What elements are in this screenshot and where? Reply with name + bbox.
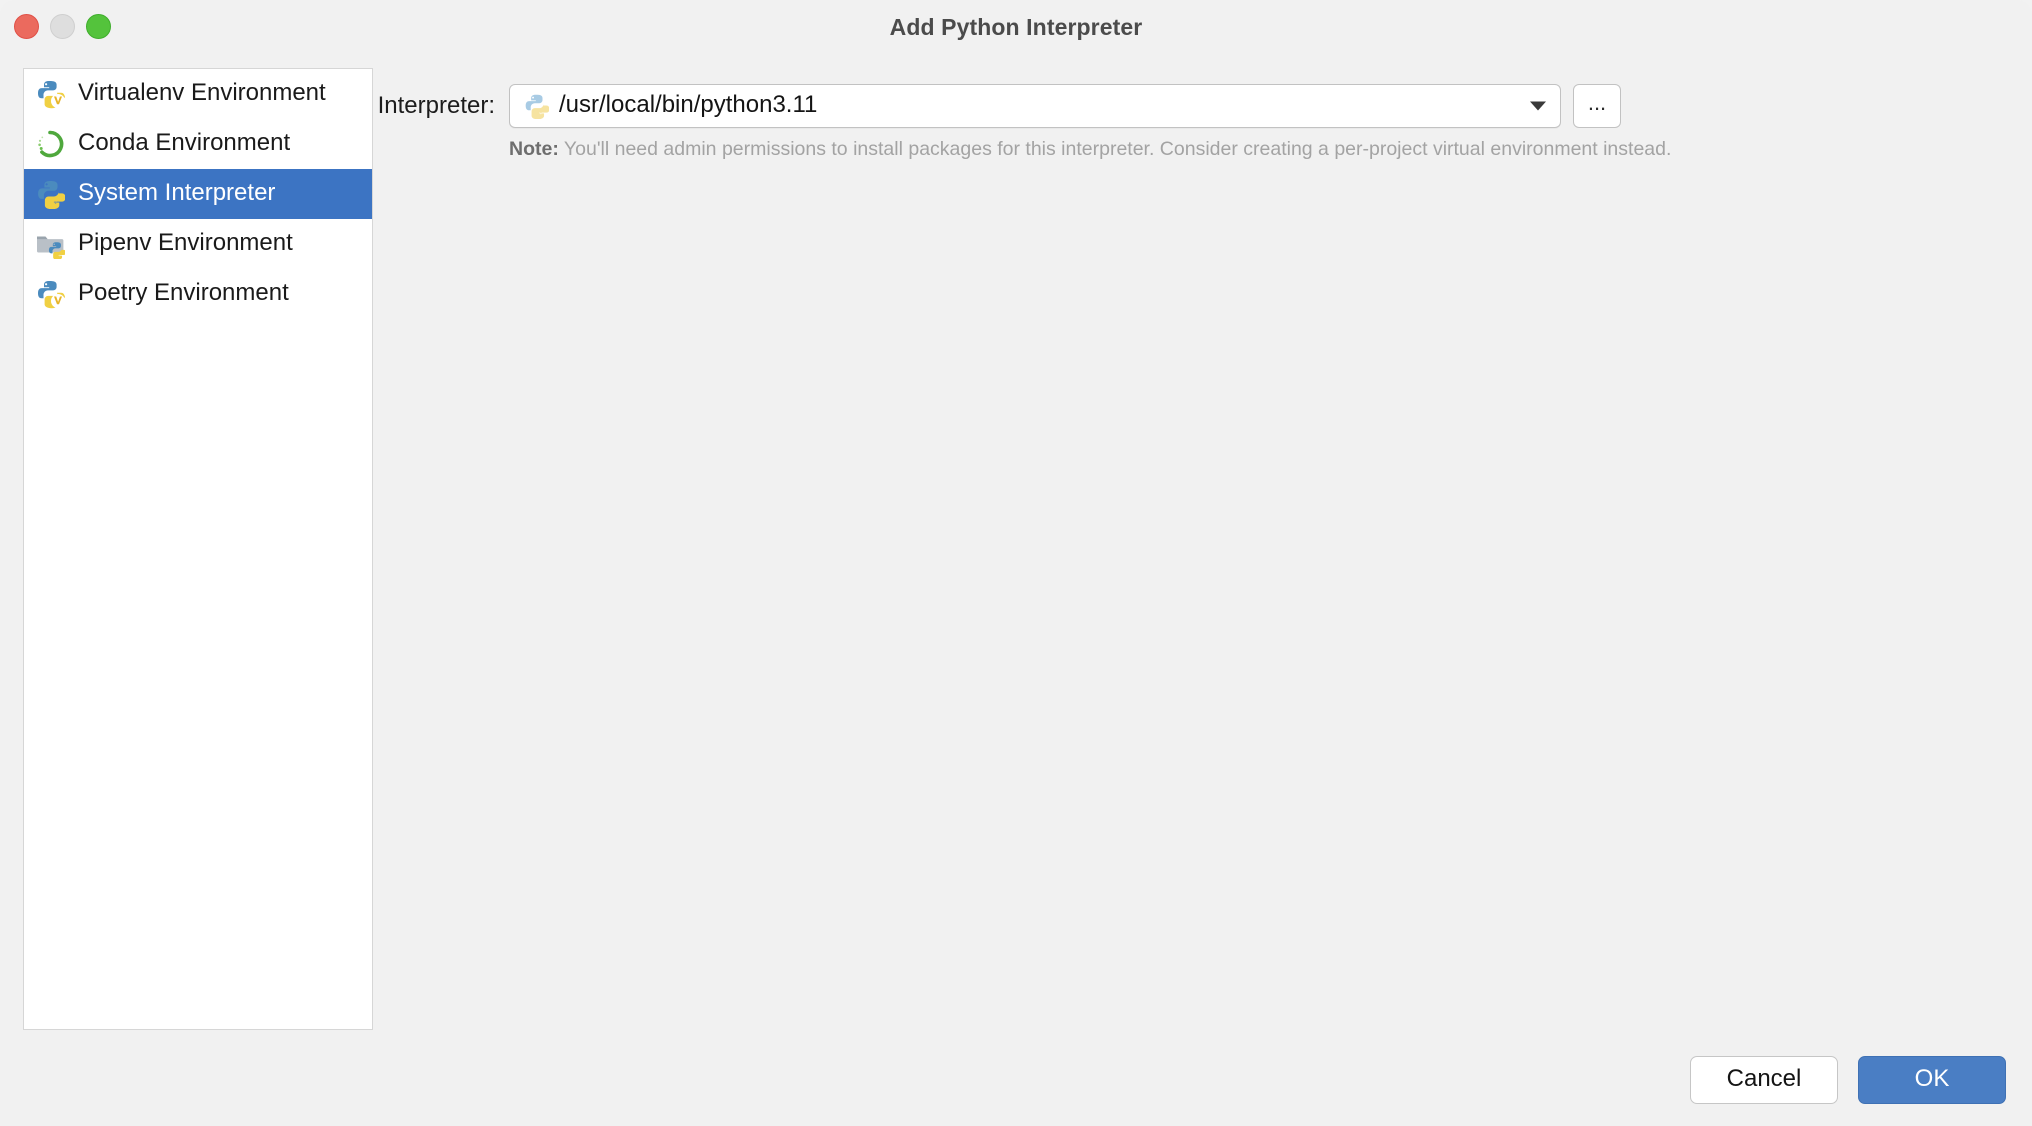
sidebar-item-system-interpreter[interactable]: System Interpreter xyxy=(24,169,372,219)
sidebar-item-label: System Interpreter xyxy=(78,179,276,206)
chevron-down-icon[interactable] xyxy=(1530,101,1546,111)
interpreter-select[interactable]: /usr/local/bin/python3.11 xyxy=(509,84,1561,128)
dialog-footer: Cancel OK xyxy=(1690,1056,2006,1104)
sidebar-item-poetry-environment[interactable]: Poetry Environment xyxy=(24,269,372,319)
title-bar: Add Python Interpreter xyxy=(0,0,2032,54)
environment-type-list[interactable]: Virtualenv Environment Conda Environment xyxy=(23,68,373,1030)
sidebar-item-label: Pipenv Environment xyxy=(78,229,293,256)
conda-circle-icon xyxy=(35,129,65,159)
python-pale-icon xyxy=(523,93,549,119)
sidebar-item-label: Poetry Environment xyxy=(78,279,289,306)
python-icon xyxy=(35,179,65,209)
add-python-interpreter-dialog: Add Python Interpreter Virtualenv Enviro… xyxy=(0,0,2032,1126)
interpreter-label: Interpreter: xyxy=(377,92,495,119)
browse-button[interactable]: ... xyxy=(1573,84,1621,128)
cancel-button[interactable]: Cancel xyxy=(1690,1056,1838,1104)
sidebar-item-pipenv-environment[interactable]: Pipenv Environment xyxy=(24,219,372,269)
sidebar-item-conda-environment[interactable]: Conda Environment xyxy=(24,119,372,169)
interpreter-field-row: Interpreter: /usr/local/bin/python3.11 .… xyxy=(373,84,1621,128)
python-v-icon xyxy=(35,79,65,109)
note-prefix: Note: xyxy=(509,138,559,160)
window-title: Add Python Interpreter xyxy=(889,14,1143,40)
python-v-icon xyxy=(35,279,65,309)
folder-python-icon xyxy=(35,229,65,259)
interpreter-settings-pane: Interpreter: /usr/local/bin/python3.11 .… xyxy=(373,68,2032,1126)
note-text: You'll need admin permissions to install… xyxy=(563,138,1672,160)
sidebar-item-label: Conda Environment xyxy=(78,129,291,156)
admin-permissions-note: Note: You'll need admin permissions to i… xyxy=(509,138,1672,160)
interpreter-path-value: /usr/local/bin/python3.11 xyxy=(559,93,818,118)
ok-button[interactable]: OK xyxy=(1858,1056,2006,1104)
sidebar-item-label: Virtualenv Environment xyxy=(78,79,326,106)
sidebar-item-virtualenv-environment[interactable]: Virtualenv Environment xyxy=(24,69,372,119)
